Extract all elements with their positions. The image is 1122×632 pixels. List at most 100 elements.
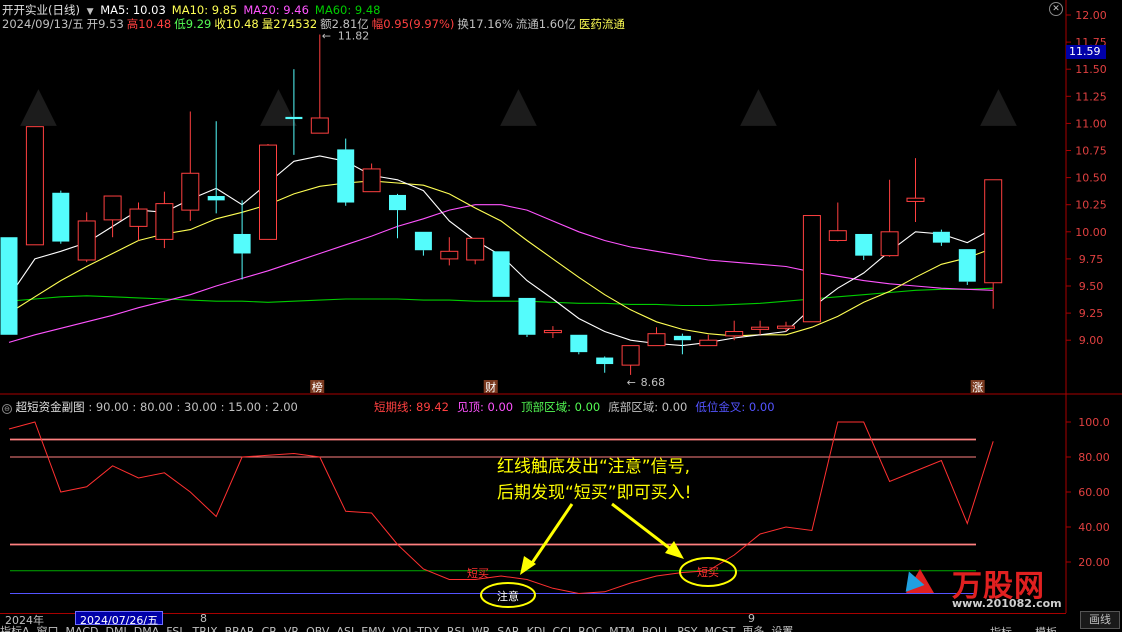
indicator-tab[interactable]: MCST [704,625,735,632]
sub-legend-item: 见顶: 0.00 [456,400,514,414]
watermark-shape: ▲ [260,76,297,132]
indicator-tab[interactable]: 设置 [771,625,793,632]
sub-tick-label: 100.0 [1078,416,1110,429]
sub-legend-item: 底部区域: 0.00 [608,400,688,414]
candle-body-up [25,126,44,246]
indicator-tab[interactable]: VR [284,625,299,632]
sub-tick-label: 60.00 [1078,486,1110,499]
sub-panel-legend: 短期线: 89.42 见顶: 0.00 顶部区域: 0.00 底部区域: 0.00 低位… [374,399,783,415]
high-arrow-icon: ← [322,30,331,43]
indicator-tab[interactable]: BOLL [642,625,670,632]
callout-arrow-left-head [520,556,536,575]
indicator-tab[interactable]: CR [262,625,277,632]
indicator-tab[interactable]: KDJ [527,625,546,632]
watermark-shape: ▲ [20,76,57,132]
callout-arrow-right-head [665,541,684,559]
watermark-logo: 万股网 www.201082.com [899,563,1100,613]
indicator-tab[interactable]: MTM [609,625,635,632]
candle-body-down [673,335,691,341]
indicator-tab[interactable]: DMI [106,625,127,632]
indicator-tab[interactable]: CCI [553,625,572,632]
indicator-tab[interactable]: ASI [336,625,354,632]
kline-chart[interactable]: 12.0011.7511.5011.2511.0010.7510.5010.25… [0,0,1122,395]
cursor-date: 2024/07/26/五 [75,611,164,627]
price-tick-label: 10.75 [1075,145,1107,158]
candle-body-down [337,149,355,203]
sub-tick-label: 40.00 [1078,521,1110,534]
candle-body-up [777,325,795,329]
candle-body-up [880,231,899,257]
candle-body-up [103,195,122,221]
callout-line-2: 后期发现“短买”即可买入! [497,483,692,503]
month-9-label: 9 [748,612,755,625]
price-tick-label: 9.75 [1079,253,1104,266]
candle-body-down [207,196,225,201]
indicator-tab[interactable]: MACD [66,625,99,632]
price-tick-label: 10.00 [1075,226,1107,239]
indicator-tab[interactable]: PSY [677,625,697,632]
candle-body-down [233,233,251,254]
indicator-tab[interactable]: 窗口 [37,625,59,632]
tab-template[interactable]: 模板 [1035,624,1057,632]
candle-body-up [310,117,329,134]
indicator-tab[interactable]: 更多 [742,625,764,632]
sub-panel-collapse-icon[interactable]: ⊖ [2,404,12,414]
indicator-tab[interactable]: FSL [166,625,185,632]
low-arrow-icon: ← [627,376,636,389]
candle-body-up [984,179,1003,284]
marker-cai: 财 [485,380,496,394]
indicator-tab[interactable]: EMV [361,625,385,632]
callout-text: 红线触底发出“注意”信号, 后期发现“短买”即可买入! [497,454,691,506]
candle-body-up [751,326,770,330]
marker-zhang: 涨 [972,381,983,394]
candle-body-up [440,250,459,260]
candle-body-up [155,203,174,240]
candle-body-down [518,297,536,335]
watermark-shape: ▲ [500,76,537,132]
short-buy-label-1: 短买 [467,566,489,580]
sub-panel-title[interactable]: 超短资金副图 [16,400,85,414]
callout-arrow-right [611,502,673,552]
price-tick-label: 10.50 [1075,172,1107,185]
indicator-tab[interactable]: BRAR [225,625,255,632]
indicator-tab[interactable]: ROC [578,625,602,632]
indicator-tab[interactable]: 指标A [0,625,30,632]
candle-body-up [466,237,485,261]
short-buy-circle [679,557,737,587]
candle-body-down [596,357,614,365]
indicator-tab[interactable]: OBV [306,625,329,632]
candle-body-up [828,230,847,241]
low-annotation: 8.68 [641,376,666,389]
candle-body-up [725,331,744,337]
short-buy-label-2: 短买 [697,565,719,579]
candle-body-up [362,168,381,193]
candle-body-up [129,208,148,227]
current-price-tag: 11.59 [1066,45,1106,59]
candle-body-up [259,144,277,240]
candle-body-up [699,339,718,347]
candle-body-down [958,249,976,282]
candle-body-down [932,231,950,243]
sub-legend-item: 低位金叉: 0.00 [695,400,775,414]
ma5-line [8,155,994,347]
price-tick-label: 9.25 [1079,307,1104,320]
tab-indicator[interactable]: 指标 [990,624,1012,632]
draw-line-button[interactable]: 画线 [1080,611,1120,629]
indicator-tab[interactable]: RSI [447,625,465,632]
high-annotation: 11.82 [338,30,370,43]
candle-body-up [181,172,200,211]
callout-arrow-left [528,503,574,567]
candle-body-down [0,237,18,335]
sub-tick-label: 80.00 [1078,451,1110,464]
indicator-tab[interactable]: WR [472,625,491,632]
indicator-tab[interactable]: SAR [497,625,519,632]
price-tick-label: 11.25 [1075,90,1107,103]
candle-body-up [802,215,821,323]
indicator-tab[interactable]: VOL-TDX [392,625,440,632]
candle-body-down [855,233,873,256]
sub-legend-item: 短期线: 89.42 [374,400,449,414]
price-tick-label: 12.00 [1075,9,1107,22]
price-tick-label: 9.00 [1079,334,1104,347]
indicator-tab[interactable]: TRIX [192,625,217,632]
indicator-tab[interactable]: DMA [134,625,160,632]
